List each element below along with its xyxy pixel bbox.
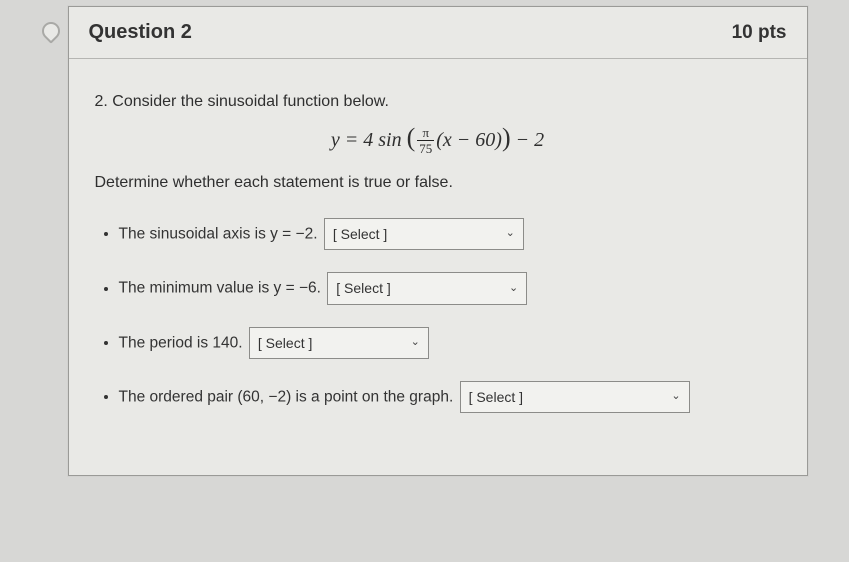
statement-text: The sinusoidal axis is y = −2. <box>119 225 318 242</box>
select-dropdown-1[interactable]: [ Select ] ⌄ <box>324 218 524 250</box>
select-dropdown-3[interactable]: [ Select ] ⌄ <box>249 327 429 359</box>
fraction-numerator: π <box>417 126 434 141</box>
question-points: 10 pts <box>732 22 787 44</box>
equation-fraction: π 75 <box>417 126 434 155</box>
statement-list: The sinusoidal axis is y = −2. [ Select … <box>95 218 781 414</box>
question-card: Question 2 10 pts 2. Consider the sinuso… <box>68 6 808 476</box>
list-item: The period is 140. [ Select ] ⌄ <box>119 327 781 359</box>
chevron-down-icon: ⌄ <box>671 388 680 406</box>
equation-lparen: ( <box>407 123 416 152</box>
select-dropdown-2[interactable]: [ Select ] ⌄ <box>327 272 527 304</box>
chevron-down-icon: ⌄ <box>506 225 515 243</box>
select-placeholder: [ Select ] <box>469 386 523 408</box>
question-prompt: 2. Consider the sinusoidal function belo… <box>95 93 781 111</box>
equation-lead: y = 4 sin <box>331 129 402 151</box>
equation-rparen: ) <box>502 123 511 152</box>
list-item: The sinusoidal axis is y = −2. [ Select … <box>119 218 781 250</box>
select-placeholder: [ Select ] <box>333 223 387 245</box>
select-dropdown-4[interactable]: [ Select ] ⌄ <box>460 381 690 413</box>
chevron-down-icon: ⌄ <box>509 280 518 298</box>
statement-text: The period is 140. <box>119 334 243 351</box>
select-placeholder: [ Select ] <box>336 277 390 299</box>
equation-tail: − 2 <box>511 129 545 151</box>
equation-inner: (x − 60) <box>436 129 502 151</box>
select-placeholder: [ Select ] <box>258 332 312 354</box>
fraction-denominator: 75 <box>417 141 434 155</box>
card-header: Question 2 10 pts <box>69 7 807 59</box>
question-instruction: Determine whether each statement is true… <box>95 174 781 192</box>
statement-text: The minimum value is y = −6. <box>119 280 321 297</box>
question-title: Question 2 <box>89 21 192 44</box>
question-marker <box>42 6 62 56</box>
list-item: The ordered pair (60, −2) is a point on … <box>119 381 781 413</box>
list-item: The minimum value is y = −6. [ Select ] … <box>119 272 781 304</box>
card-body: 2. Consider the sinusoidal function belo… <box>69 59 807 475</box>
statement-text: The ordered pair (60, −2) is a point on … <box>119 388 454 405</box>
speech-bubble-icon <box>38 18 63 43</box>
equation: y = 4 sin ( π 75 (x − 60)) − 2 <box>95 123 781 156</box>
chevron-down-icon: ⌄ <box>411 334 420 352</box>
